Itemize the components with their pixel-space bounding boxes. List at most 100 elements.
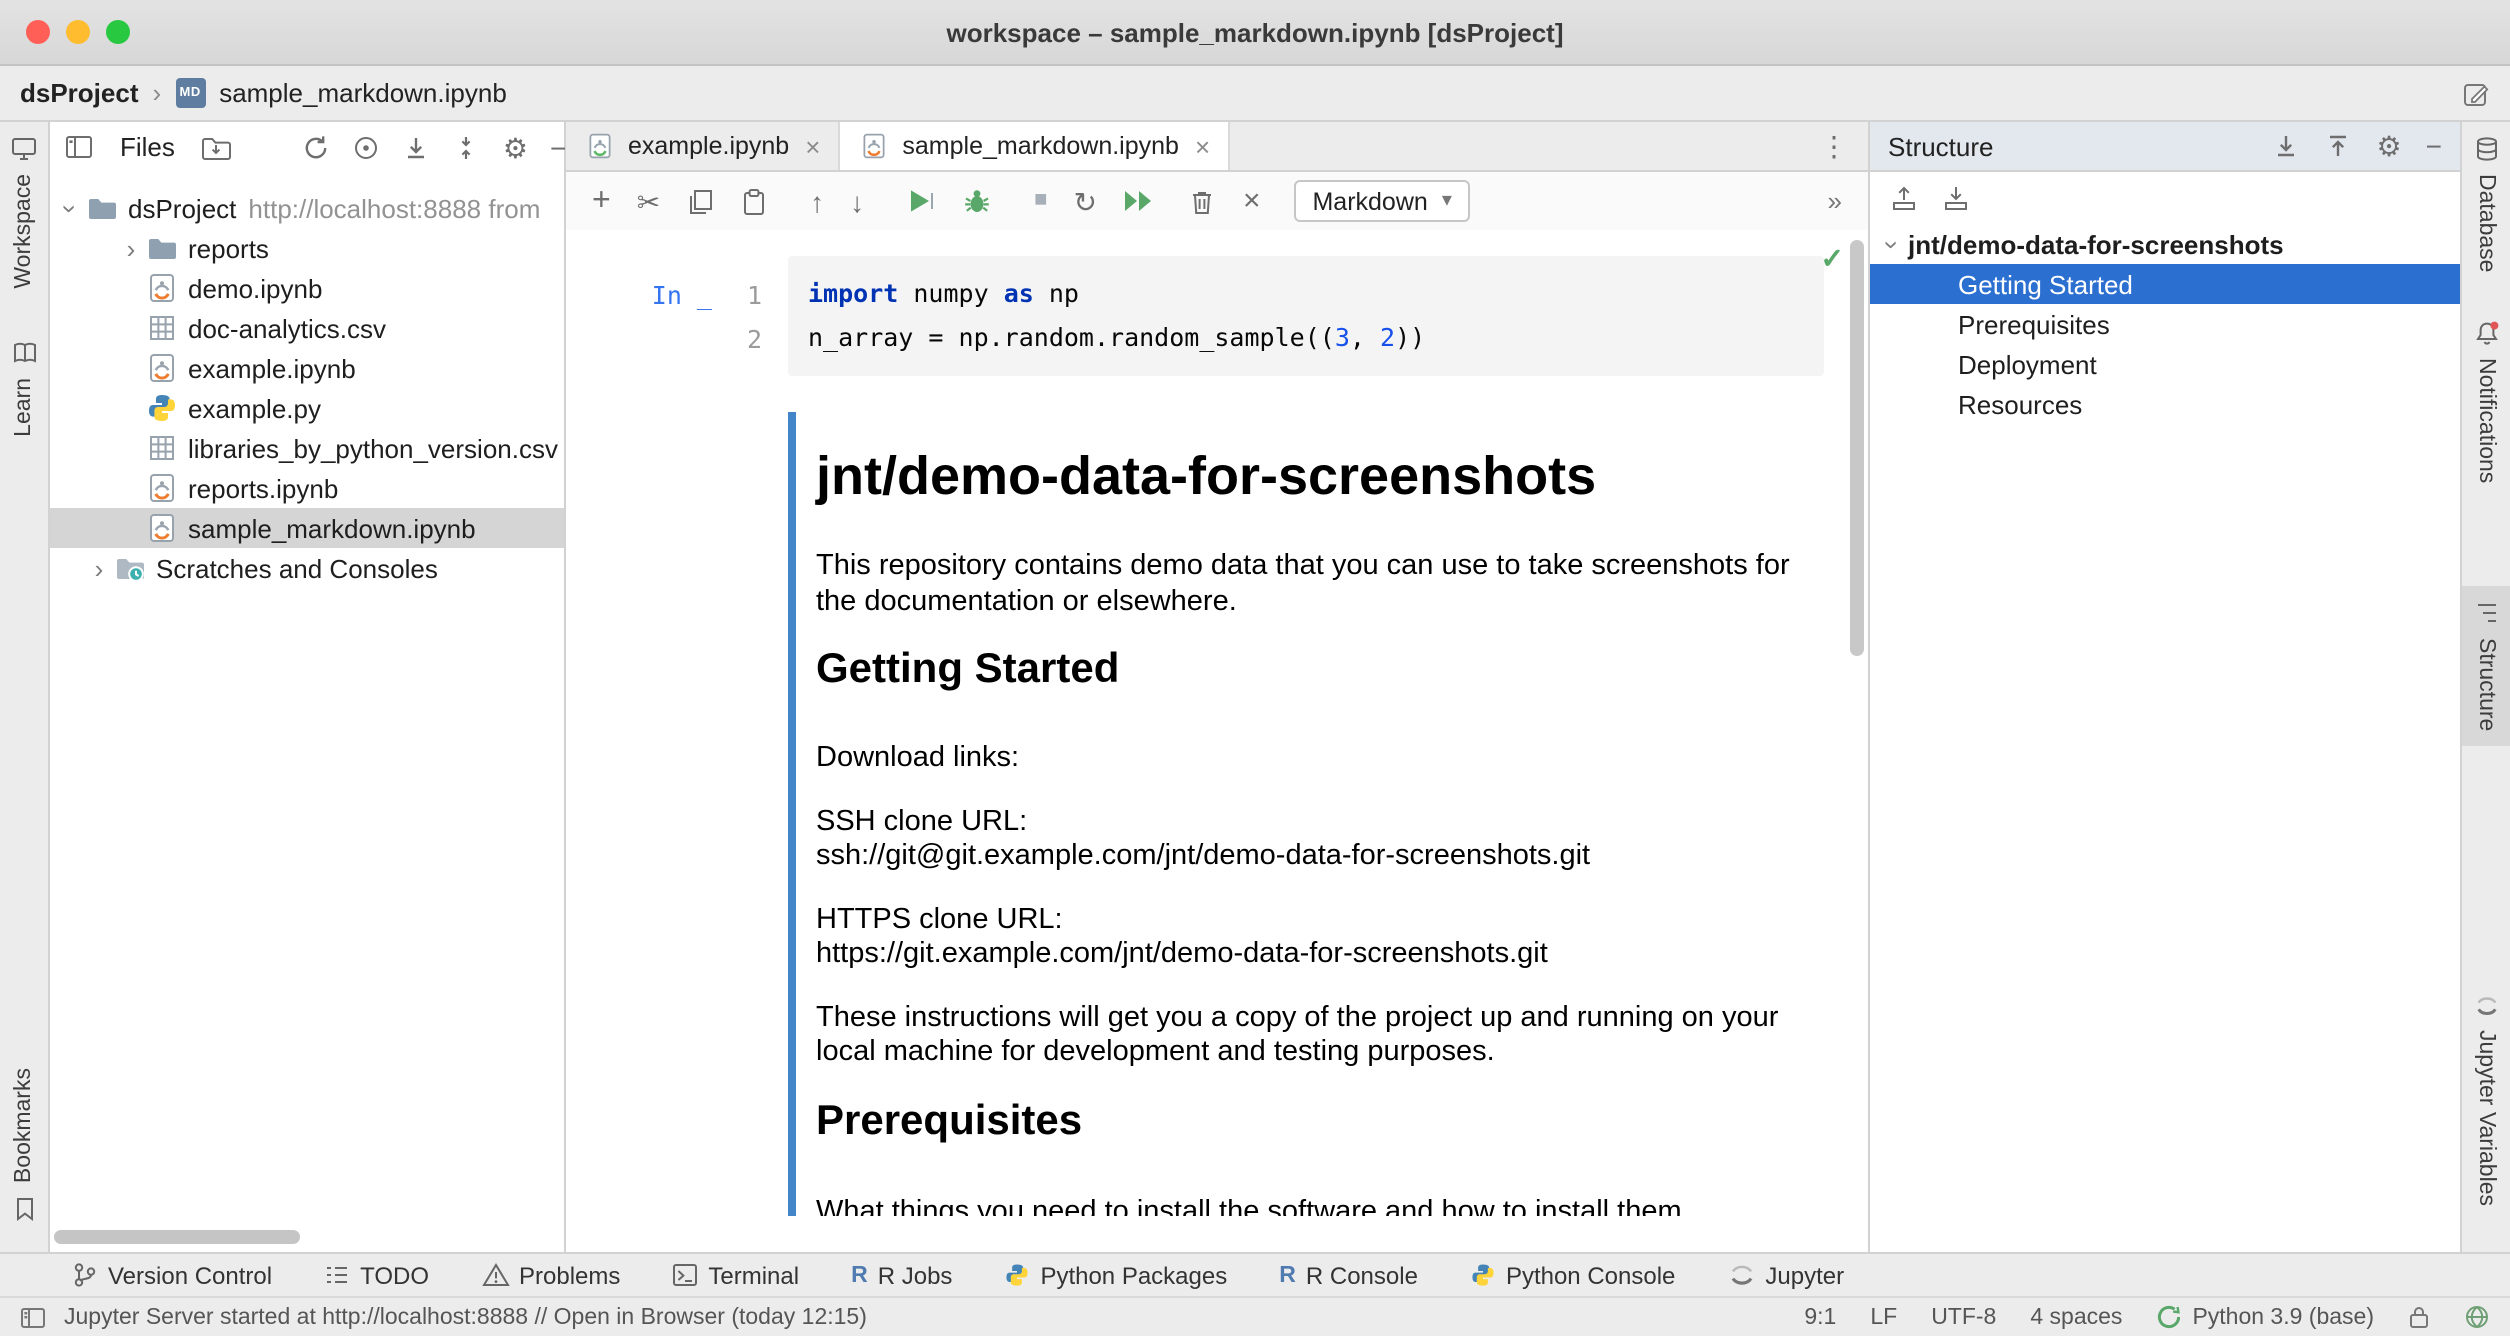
toolbar-version-control[interactable]: Version Control: [72, 1261, 272, 1289]
structure-row-deployment[interactable]: Deployment: [1870, 344, 2460, 384]
run-cell-icon[interactable]: [906, 186, 936, 216]
zoom-window-button[interactable]: [106, 20, 130, 44]
breadcrumb-project[interactable]: dsProject: [20, 78, 139, 108]
toolbar-label: R Console: [1305, 1261, 1418, 1289]
refresh-icon[interactable]: [303, 133, 331, 161]
move-cell-up-icon[interactable]: ↑: [810, 187, 824, 215]
markdown-cell[interactable]: jnt/demo-data-for-screenshots This repos…: [788, 412, 1824, 1216]
hide-panel-icon[interactable]: −: [550, 133, 566, 161]
chevron-down-icon[interactable]: ›: [1878, 231, 1908, 257]
left-tool-stripe: Workspace Learn Bookmarks: [0, 122, 50, 1252]
structure-row-prerequisites[interactable]: Prerequisites: [1870, 304, 2460, 344]
network-globe-icon[interactable]: [2464, 1304, 2490, 1330]
paste-cell-icon[interactable]: [740, 187, 768, 215]
structure-row-root[interactable]: › jnt/demo-data-for-screenshots: [1870, 224, 2460, 264]
chevron-down-icon[interactable]: ›: [56, 195, 86, 221]
tree-row-scratches[interactable]: › Scratches and Consoles: [50, 548, 564, 588]
toolbar-r-console[interactable]: R R Console: [1279, 1261, 1418, 1289]
expand-all-icon[interactable]: [2273, 132, 2301, 160]
delete-cell-icon[interactable]: [1189, 187, 1217, 215]
tree-label: demo.ipynb: [188, 273, 323, 303]
status-message[interactable]: Jupyter Server started at http://localho…: [64, 1305, 867, 1329]
tree-row-reports-ipynb[interactable]: reports.ipynb: [50, 468, 564, 508]
tree-label: sample_markdown.ipynb: [188, 513, 476, 543]
tool-window-icon[interactable]: [64, 132, 94, 162]
bookmarks-icon: [13, 1196, 35, 1222]
toolbar-python-console[interactable]: Python Console: [1470, 1261, 1675, 1289]
code-cell-editor[interactable]: import numpy as np n_array = np.random.ra…: [788, 256, 1824, 376]
tree-row-example-ipynb[interactable]: example.ipynb: [50, 348, 564, 388]
move-cell-down-icon[interactable]: ↓: [850, 187, 864, 215]
locate-target-icon[interactable]: [353, 133, 381, 161]
expand-all-icon[interactable]: [403, 133, 431, 161]
files-panel-title[interactable]: Files: [120, 132, 175, 162]
stripe-item-notifications[interactable]: Notifications: [2473, 306, 2499, 497]
toolbar-r-jobs[interactable]: R R Jobs: [851, 1261, 952, 1289]
tree-label: reports: [188, 233, 269, 263]
breadcrumb-file[interactable]: sample_markdown.ipynb: [219, 78, 507, 108]
clear-outputs-icon[interactable]: ×: [1243, 186, 1261, 216]
interrupt-kernel-icon[interactable]: ■: [1034, 189, 1047, 212]
line-separator[interactable]: LF: [1870, 1305, 1897, 1329]
lock-icon[interactable]: [2408, 1304, 2430, 1330]
autoscroll-from-source-icon[interactable]: [1942, 184, 1970, 212]
tab-example-ipynb[interactable]: example.ipynb ×: [566, 122, 841, 170]
tree-row-dsproject[interactable]: › dsProject http://localhost:8888 from: [50, 188, 564, 228]
stripe-label-structure: Structure: [2474, 637, 2498, 732]
tree-label: libraries_by_python_version.csv: [188, 433, 558, 463]
close-window-button[interactable]: [26, 20, 50, 44]
folder-icon: [146, 232, 178, 264]
more-toolbar-actions-icon[interactable]: »: [1828, 186, 1842, 216]
stripe-item-bookmarks[interactable]: Bookmarks: [12, 1055, 36, 1236]
close-tab-icon[interactable]: ×: [1195, 131, 1210, 161]
edit-source-icon[interactable]: [2462, 79, 2490, 107]
chevron-right-icon[interactable]: ›: [84, 555, 114, 581]
tree-row-demo-ipynb[interactable]: demo.ipynb: [50, 268, 564, 308]
stripe-item-learn[interactable]: Learn: [11, 327, 37, 452]
settings-gear-icon[interactable]: ⚙: [2377, 132, 2402, 160]
toolbar-problems[interactable]: Problems: [481, 1261, 620, 1289]
close-tab-icon[interactable]: ×: [805, 131, 820, 161]
cell-type-dropdown[interactable]: Markdown ▾: [1294, 180, 1470, 222]
chevron-right-icon[interactable]: ›: [116, 235, 146, 261]
structure-row-resources[interactable]: Resources: [1870, 384, 2460, 424]
copy-cell-icon[interactable]: [686, 187, 714, 215]
file-encoding[interactable]: UTF-8: [1931, 1305, 1996, 1329]
debug-cell-icon[interactable]: [962, 186, 992, 216]
stripe-item-structure[interactable]: Structure: [2462, 585, 2510, 746]
autoscroll-to-source-icon[interactable]: [1890, 184, 1918, 212]
tab-options-kebab-icon[interactable]: ⋮: [1820, 129, 1868, 163]
tree-row-sample-markdown-ipynb[interactable]: sample_markdown.ipynb: [50, 508, 564, 548]
toolbar-jupyter[interactable]: Jupyter: [1727, 1261, 1844, 1289]
tree-row-example-py[interactable]: example.py: [50, 388, 564, 428]
indent-style[interactable]: 4 spaces: [2030, 1305, 2122, 1329]
settings-gear-icon[interactable]: ⚙: [503, 133, 528, 161]
toolbar-python-packages[interactable]: Python Packages: [1004, 1261, 1227, 1289]
stripe-item-workspace[interactable]: Workspace: [10, 122, 38, 303]
tab-sample-markdown-ipynb[interactable]: sample_markdown.ipynb ×: [840, 122, 1231, 170]
stripe-item-jupyter-variables[interactable]: Jupyter Variables: [2473, 980, 2499, 1220]
add-cell-icon[interactable]: +: [592, 184, 611, 217]
collapse-all-icon[interactable]: [2325, 132, 2353, 160]
restart-kernel-icon[interactable]: ↻: [1073, 187, 1096, 215]
cut-cell-icon[interactable]: ✂: [637, 187, 660, 215]
select-opened-file-icon[interactable]: [201, 131, 233, 163]
horizontal-scrollbar[interactable]: [54, 1230, 300, 1244]
collapse-all-icon[interactable]: [453, 133, 481, 161]
vertical-scrollbar[interactable]: [1850, 240, 1864, 656]
structure-row-getting-started[interactable]: Getting Started: [1870, 264, 2460, 304]
notebook-file-icon: [858, 130, 890, 162]
caret-position[interactable]: 9:1: [1804, 1305, 1836, 1329]
stripe-item-database[interactable]: Database: [2473, 122, 2499, 286]
toolbar-terminal[interactable]: Terminal: [672, 1261, 799, 1289]
tool-window-switcher-icon[interactable]: [20, 1305, 46, 1329]
markdown-file-icon: MD: [175, 78, 206, 108]
toolbar-todo[interactable]: TODO: [324, 1261, 429, 1289]
tree-row-libraries-csv[interactable]: libraries_by_python_version.csv: [50, 428, 564, 468]
hide-panel-icon[interactable]: −: [2426, 132, 2442, 160]
tree-row-doc-analytics-csv[interactable]: doc-analytics.csv: [50, 308, 564, 348]
minimize-window-button[interactable]: [66, 20, 90, 44]
interpreter-selector[interactable]: Python 3.9 (base): [2156, 1304, 2374, 1330]
run-all-cells-icon[interactable]: [1123, 186, 1155, 216]
tree-row-reports-folder[interactable]: › reports: [50, 228, 564, 268]
